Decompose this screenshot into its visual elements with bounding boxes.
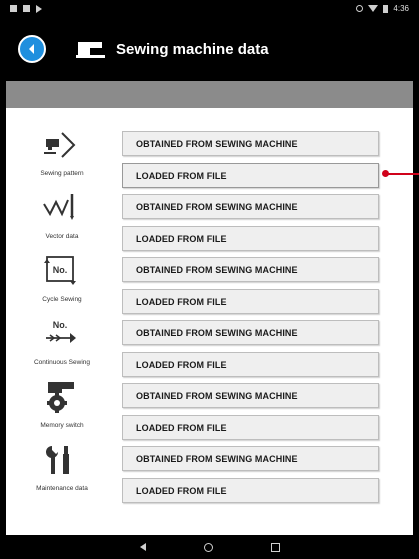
row-sewing-pattern: Sewing pattern OBTAINED FROM SEWING MACH… xyxy=(6,124,413,188)
nav-recent-apps-icon[interactable] xyxy=(270,542,280,552)
row-continuous-sewing: No. Continuous Sewing OBTAINED FROM SEWI… xyxy=(6,313,413,377)
load-from-file-button[interactable]: LOADED FROM FILE xyxy=(122,415,379,440)
row-cycle-sewing: No. Cycle Sewing OBTAINED FROM SEWING MA… xyxy=(6,250,413,314)
play-icon xyxy=(36,4,42,13)
data-rows: Sewing pattern OBTAINED FROM SEWING MACH… xyxy=(6,124,413,503)
load-from-file-button[interactable]: LOADED FROM FILE xyxy=(122,163,379,188)
load-from-file-button[interactable]: LOADED FROM FILE xyxy=(122,352,379,377)
cycle-sewing-icon: No. xyxy=(42,253,80,289)
header-bar: Sewing machine data xyxy=(6,17,413,81)
row-label: Maintenance data xyxy=(36,485,88,492)
nav-back-icon[interactable] xyxy=(139,543,146,551)
row-memory-switch: Memory switch OBTAINED FROM SEWING MACHI… xyxy=(6,376,413,440)
wifi-icon xyxy=(368,5,379,12)
main-content: Sewing pattern OBTAINED FROM SEWING MACH… xyxy=(6,108,413,535)
row-label-area: Sewing pattern xyxy=(6,124,118,187)
vector-data-icon xyxy=(42,190,80,226)
row-label: Cycle Sewing xyxy=(42,296,82,303)
row-label: Continuous Sewing xyxy=(33,359,90,366)
back-button[interactable] xyxy=(18,35,46,63)
sim-icon xyxy=(23,5,30,12)
row-vector-data: Vector data OBTAINED FROM SEWING MACHINE… xyxy=(6,187,413,251)
row-maintenance-data: Maintenance data OBTAINED FROM SEWING MA… xyxy=(6,439,413,503)
sewing-pattern-icon xyxy=(42,127,80,163)
svg-text:No.: No. xyxy=(53,265,68,275)
status-time: 4:36 xyxy=(393,4,409,13)
obtain-from-machine-button[interactable]: OBTAINED FROM SEWING MACHINE xyxy=(122,257,379,282)
obtain-from-machine-button[interactable]: OBTAINED FROM SEWING MACHINE xyxy=(122,383,379,408)
obtain-from-machine-button[interactable]: OBTAINED FROM SEWING MACHINE xyxy=(122,131,379,156)
obtain-from-machine-button[interactable]: OBTAINED FROM SEWING MACHINE xyxy=(122,446,379,471)
status-right-icons: 4:36 xyxy=(356,4,413,13)
row-label-area: No. Cycle Sewing xyxy=(6,250,118,313)
load-from-file-button[interactable]: LOADED FROM FILE xyxy=(122,226,379,251)
row-label-area: No. Continuous Sewing xyxy=(6,313,118,376)
back-arrow-icon xyxy=(29,44,34,54)
device-frame: 4:36 Sewing machine data Sewing pattern … xyxy=(0,0,419,559)
row-label: Vector data xyxy=(45,233,79,240)
row-label: Sewing pattern xyxy=(40,170,84,177)
callout-marker-line xyxy=(388,173,419,175)
sync-icon xyxy=(356,5,364,12)
obtain-from-machine-button[interactable]: OBTAINED FROM SEWING MACHINE xyxy=(122,194,379,219)
battery-icon xyxy=(383,4,389,13)
subheader-bar xyxy=(6,81,413,108)
status-bar: 4:36 xyxy=(4,0,413,17)
sewing-machine-icon xyxy=(76,40,106,58)
status-left-icons xyxy=(4,4,42,13)
obtain-from-machine-button[interactable]: OBTAINED FROM SEWING MACHINE xyxy=(122,320,379,345)
continuous-sewing-icon: No. xyxy=(42,316,80,352)
row-label-area: Maintenance data xyxy=(6,439,118,502)
svg-text:No.: No. xyxy=(53,320,68,330)
system-nav-bar xyxy=(6,535,413,559)
nav-home-icon[interactable] xyxy=(203,542,213,552)
load-from-file-button[interactable]: LOADED FROM FILE xyxy=(122,478,379,503)
maintenance-data-icon xyxy=(42,442,80,478)
row-label-area: Vector data xyxy=(6,187,118,250)
row-label: Memory switch xyxy=(40,422,84,429)
load-from-file-button[interactable]: LOADED FROM FILE xyxy=(122,289,379,314)
page-title: Sewing machine data xyxy=(116,40,269,58)
row-label-area: Memory switch xyxy=(6,376,118,439)
memory-switch-icon xyxy=(42,379,80,415)
notification-icon xyxy=(10,5,17,12)
